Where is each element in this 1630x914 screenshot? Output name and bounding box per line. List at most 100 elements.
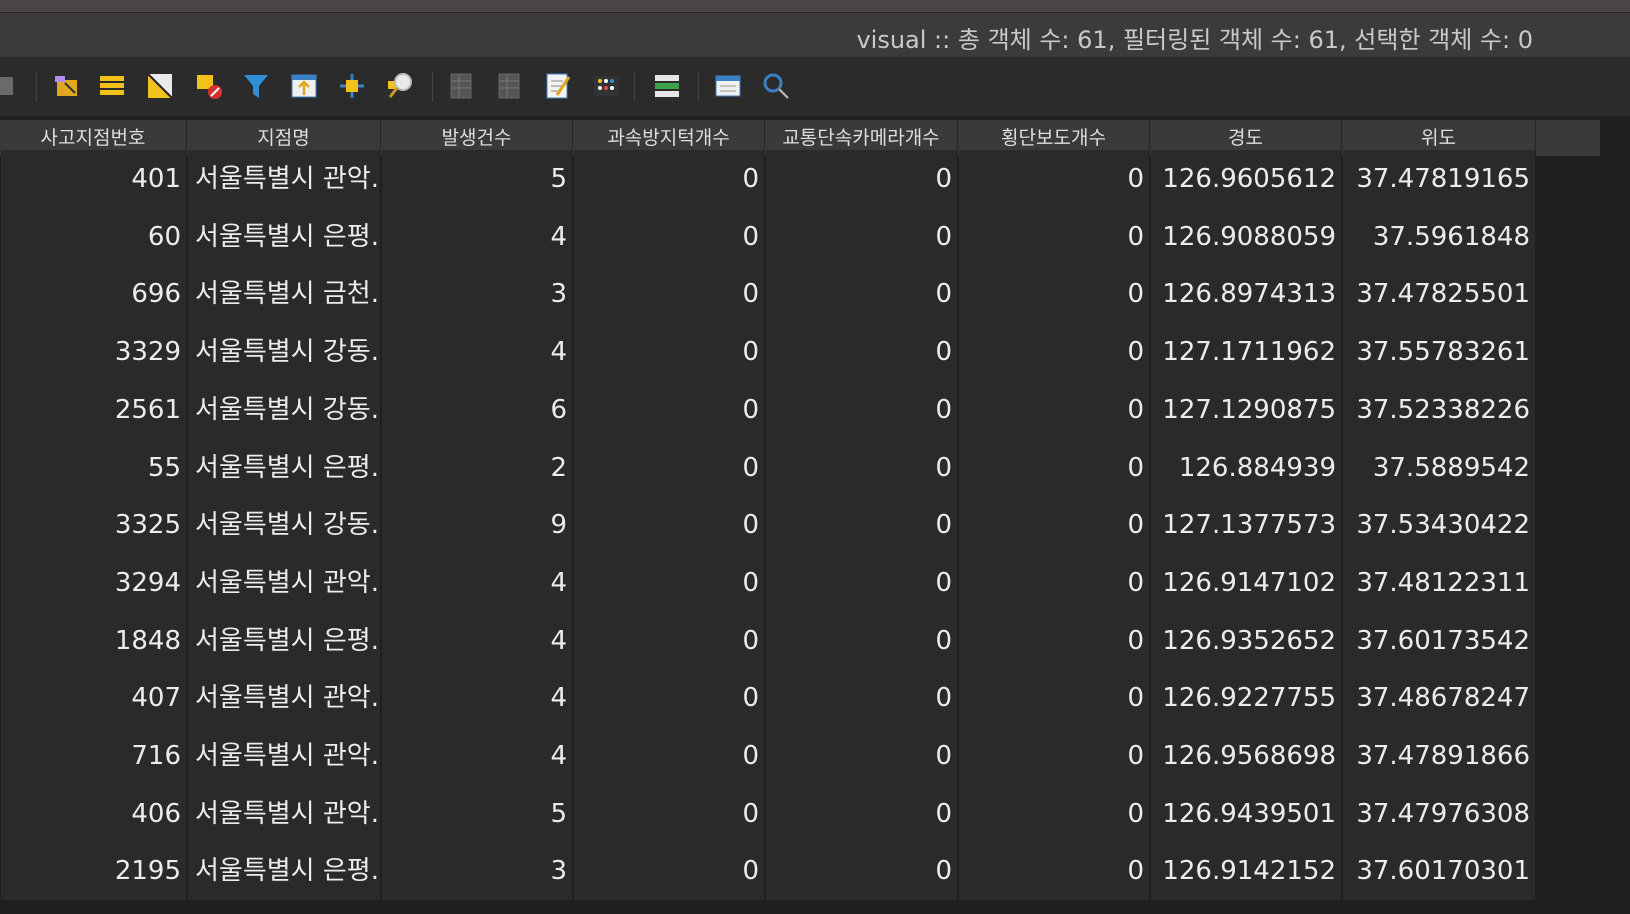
table-cell[interactable]: 4 bbox=[381, 612, 573, 670]
table-cell[interactable]: 2195 bbox=[0, 842, 187, 900]
table-cell[interactable]: 0 bbox=[765, 323, 958, 381]
table-row[interactable]: 2195 서울특별시 은평... 3 0 0 0 126.9142152 37.6017030… bbox=[0, 842, 1600, 902]
table-cell[interactable]: 0 bbox=[573, 323, 765, 381]
table-row[interactable]: 407 서울특별시 관악... 4 0 0 0 126.9227755 37.48678247 bbox=[0, 669, 1600, 729]
table-cell[interactable]: 126.9439501 bbox=[1150, 785, 1342, 843]
table-cell[interactable]: 60 bbox=[0, 208, 187, 266]
table-cell[interactable]: 0 bbox=[573, 150, 765, 208]
table-cell[interactable]: 서울특별시 금천... bbox=[187, 265, 381, 323]
table-row[interactable]: 401 서울특별시 관악... 5 0 0 0 126.9605612 37.47819165 bbox=[0, 150, 1600, 210]
select-all-icon[interactable] bbox=[96, 70, 128, 102]
table-cell[interactable]: 0 bbox=[958, 785, 1150, 843]
table-row[interactable]: 406 서울특별시 관악... 5 0 0 0 126.9439501 37.47976308 bbox=[0, 784, 1600, 845]
table-cell[interactable]: 37.47825501 bbox=[1342, 265, 1536, 323]
table-cell[interactable]: 37.52338226 bbox=[1342, 381, 1536, 439]
table-cell[interactable]: 0 bbox=[765, 496, 958, 554]
table-cell[interactable]: 5 bbox=[381, 785, 573, 843]
table-cell[interactable]: 서울특별시 강동... bbox=[187, 323, 381, 381]
table-cell[interactable]: 서울특별시 은평... bbox=[187, 842, 381, 900]
table-cell[interactable]: 126.8974313 bbox=[1150, 265, 1342, 323]
table-cell[interactable]: 서울특별시 은평... bbox=[187, 612, 381, 670]
table-cell[interactable]: 서울특별시 강동... bbox=[187, 496, 381, 554]
table-cell[interactable]: 4 bbox=[381, 323, 573, 381]
table-cell[interactable]: 0 bbox=[573, 612, 765, 670]
table-cell[interactable]: 0 bbox=[765, 265, 958, 323]
table-cell[interactable]: 0 bbox=[765, 842, 958, 900]
table-cell[interactable]: 126.9352652 bbox=[1150, 612, 1342, 670]
table-cell[interactable]: 0 bbox=[958, 554, 1150, 612]
table-cell[interactable]: 서울특별시 강동... bbox=[187, 381, 381, 439]
table-cell[interactable]: 0 bbox=[958, 381, 1150, 439]
table-row[interactable]: 716 서울특별시 관악... 4 0 0 0 126.9568698 37.47891866 bbox=[0, 727, 1600, 787]
table-cell[interactable]: 0 bbox=[573, 554, 765, 612]
table-cell[interactable]: 0 bbox=[765, 150, 958, 208]
invert-selection-icon[interactable] bbox=[144, 70, 176, 102]
table-cell[interactable]: 126.9568698 bbox=[1150, 727, 1342, 785]
table-cell[interactable]: 37.48122311 bbox=[1342, 554, 1536, 612]
table-cell[interactable]: 서울특별시 관악... bbox=[187, 554, 381, 612]
table-cell[interactable]: 5 bbox=[381, 150, 573, 208]
table-cell[interactable]: 서울특별시 은평... bbox=[187, 439, 381, 497]
table-cell[interactable]: 126.884939 bbox=[1150, 439, 1342, 497]
table-cell[interactable]: 127.1711962 bbox=[1150, 323, 1342, 381]
table-cell[interactable]: 서울특별시 관악... bbox=[187, 669, 381, 727]
delete-field-icon[interactable] bbox=[494, 70, 526, 102]
new-field-icon[interactable] bbox=[446, 70, 478, 102]
table-cell[interactable]: 0 bbox=[573, 842, 765, 900]
table-cell[interactable]: 0 bbox=[765, 381, 958, 439]
table-cell[interactable]: 0 bbox=[958, 265, 1150, 323]
table-cell[interactable]: 37.5961848 bbox=[1342, 208, 1536, 266]
table-cell[interactable]: 37.47976308 bbox=[1342, 785, 1536, 843]
table-cell[interactable]: 0 bbox=[765, 439, 958, 497]
table-cell[interactable]: 37.5889542 bbox=[1342, 439, 1536, 497]
table-cell[interactable]: 3329 bbox=[0, 323, 187, 381]
move-selection-top-icon[interactable] bbox=[288, 70, 320, 102]
table-cell[interactable]: 0 bbox=[573, 381, 765, 439]
table-cell[interactable]: 0 bbox=[958, 612, 1150, 670]
table-cell[interactable]: 126.9142152 bbox=[1150, 842, 1342, 900]
table-row[interactable]: 55 서울특별시 은평... 2 0 0 0 126.884939 37.5889542 bbox=[0, 438, 1600, 499]
table-cell[interactable]: 0 bbox=[765, 612, 958, 670]
table-cell[interactable]: 4 bbox=[381, 554, 573, 612]
table-cell[interactable]: 716 bbox=[0, 727, 187, 785]
deselect-all-icon[interactable] bbox=[193, 70, 225, 102]
table-cell[interactable]: 0 bbox=[958, 669, 1150, 727]
table-cell[interactable]: 401 bbox=[0, 150, 187, 208]
table-cell[interactable]: 3294 bbox=[0, 554, 187, 612]
zoom-map-icon[interactable] bbox=[760, 70, 792, 102]
table-cell[interactable]: 37.47819165 bbox=[1342, 150, 1536, 208]
table-cell[interactable]: 0 bbox=[573, 669, 765, 727]
conditional-formatting-icon[interactable] bbox=[590, 70, 622, 102]
table-cell[interactable]: 0 bbox=[958, 496, 1150, 554]
table-cell[interactable]: 0 bbox=[573, 785, 765, 843]
table-cell[interactable]: 126.9147102 bbox=[1150, 554, 1342, 612]
table-cell[interactable]: 0 bbox=[765, 554, 958, 612]
table-cell[interactable]: 2561 bbox=[0, 381, 187, 439]
table-cell[interactable]: 126.9605612 bbox=[1150, 150, 1342, 208]
actions-icon[interactable] bbox=[712, 70, 744, 102]
table-row[interactable]: 1848 서울특별시 은평... 4 0 0 0 126.9352652 37.6017354… bbox=[0, 611, 1600, 672]
table-row[interactable]: 60 서울특별시 은평... 4 0 0 0 126.9088059 37.5961848 bbox=[0, 207, 1600, 268]
table-cell[interactable]: 0 bbox=[958, 439, 1150, 497]
table-cell[interactable]: 37.55783261 bbox=[1342, 323, 1536, 381]
table-cell[interactable]: 4 bbox=[381, 727, 573, 785]
table-cell[interactable]: 0 bbox=[573, 496, 765, 554]
table-cell[interactable]: 0 bbox=[573, 727, 765, 785]
table-cell[interactable]: 0 bbox=[958, 842, 1150, 900]
table-cell[interactable]: 3 bbox=[381, 842, 573, 900]
table-cell[interactable]: 서울특별시 관악... bbox=[187, 727, 381, 785]
table-cell[interactable]: 4 bbox=[381, 669, 573, 727]
table-cell[interactable]: 0 bbox=[765, 208, 958, 266]
table-cell[interactable]: 37.53430422 bbox=[1342, 496, 1536, 554]
table-row[interactable]: 3325 서울특별시 강동... 9 0 0 0 127.1377573 37.5343042… bbox=[0, 496, 1600, 556]
table-cell[interactable]: 696 bbox=[0, 265, 187, 323]
table-row[interactable]: 696 서울특별시 금천... 3 0 0 0 126.8974313 37.47825501 bbox=[0, 265, 1600, 325]
dock-table-icon[interactable] bbox=[651, 70, 683, 102]
table-cell[interactable]: 406 bbox=[0, 785, 187, 843]
table-cell[interactable]: 126.9227755 bbox=[1150, 669, 1342, 727]
table-cell[interactable]: 127.1377573 bbox=[1150, 496, 1342, 554]
table-cell[interactable]: 37.47891866 bbox=[1342, 727, 1536, 785]
pan-to-selected-icon[interactable] bbox=[336, 70, 368, 102]
table-cell[interactable]: 4 bbox=[381, 208, 573, 266]
table-cell[interactable]: 407 bbox=[0, 669, 187, 727]
